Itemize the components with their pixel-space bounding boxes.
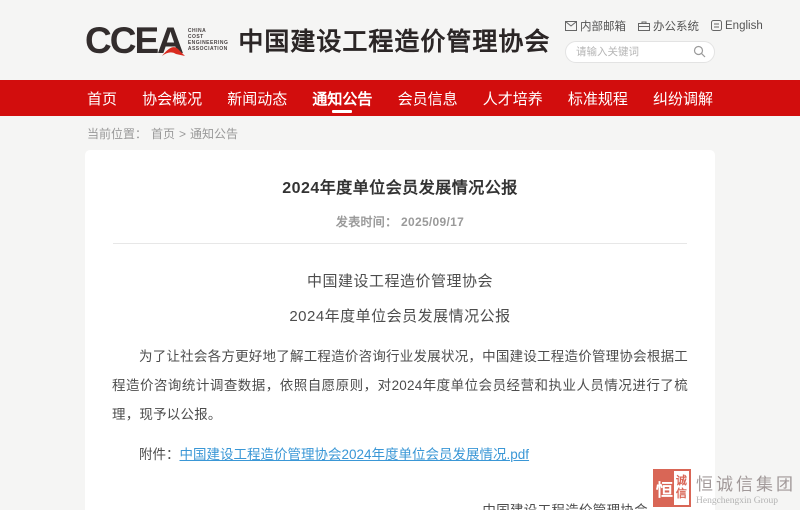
site-header: CCEA CHINA COST ENGINEERING ASSOCIATION … bbox=[0, 0, 800, 80]
article-paragraph: 为了让社会各方更好地了解工程造价咨询行业发展状况，中国建设工程造价管理协会根据工… bbox=[112, 342, 688, 429]
nav-item-home[interactable]: 首页 bbox=[85, 80, 119, 116]
mail-icon bbox=[565, 21, 577, 31]
body-heading-org: 中国建设工程造价管理协会 bbox=[100, 270, 700, 291]
signature-org: 中国建设工程造价管理协会 bbox=[482, 497, 648, 510]
article-title: 2024年度单位会员发展情况公报 bbox=[100, 174, 700, 198]
watermark-name-en: Hengchengxin Group bbox=[696, 496, 796, 506]
nav-item-notices[interactable]: 通知公告 bbox=[310, 80, 374, 116]
search-input[interactable] bbox=[576, 46, 693, 58]
search-box bbox=[565, 41, 715, 63]
attachment-link[interactable]: 中国建设工程造价管理协会2024年度单位会员发展情况.pdf bbox=[180, 447, 530, 462]
header-utilities: 内部邮箱 办公系统 English bbox=[565, 18, 715, 63]
breadcrumb-home-link[interactable]: 首页 bbox=[151, 125, 175, 142]
attachment-label: 附件： bbox=[139, 447, 180, 462]
breadcrumb-current[interactable]: 通知公告 bbox=[190, 125, 238, 142]
quick-link-english[interactable]: English bbox=[711, 20, 763, 32]
nav-item-members[interactable]: 会员信息 bbox=[396, 80, 460, 116]
briefcase-icon bbox=[638, 21, 650, 31]
logo-subtitle-line: ASSOCIATION bbox=[188, 46, 229, 52]
quick-link-mail[interactable]: 内部邮箱 bbox=[565, 18, 626, 34]
article-card: 2024年度单位会员发展情况公报 发表时间： 2025/09/17 中国建设工程… bbox=[85, 150, 715, 510]
quick-link-english-label: English bbox=[725, 20, 763, 32]
seal-char-top: 诚 bbox=[676, 475, 687, 488]
nav-item-mediation[interactable]: 纠纷调解 bbox=[651, 80, 715, 116]
breadcrumb-separator: > bbox=[179, 127, 186, 141]
quick-links: 内部邮箱 办公系统 English bbox=[565, 18, 763, 34]
globe-icon bbox=[711, 20, 722, 31]
logo-swoosh-icon bbox=[162, 45, 186, 57]
main-nav: 首页 协会概况 新闻动态 通知公告 会员信息 人才培养 标准规程 纠纷调解 bbox=[0, 80, 800, 116]
publish-time: 发表时间： 2025/09/17 bbox=[100, 213, 700, 230]
watermark-name-cn: 恒诚信集团 bbox=[696, 470, 796, 495]
search-icon[interactable] bbox=[693, 45, 706, 58]
logo-acronym: CCEA bbox=[85, 22, 182, 59]
body-heading-title: 2024年度单位会员发展情况公报 bbox=[100, 305, 700, 326]
site-logo[interactable]: CCEA CHINA COST ENGINEERING ASSOCIATION … bbox=[85, 22, 550, 59]
quick-link-mail-label: 内部邮箱 bbox=[580, 18, 626, 34]
logo-subtitle: CHINA COST ENGINEERING ASSOCIATION bbox=[188, 28, 229, 52]
seal-char-left: 恒 bbox=[655, 471, 674, 505]
signature-block: 中国建设工程造价管理协会 2025年9月17日 bbox=[100, 497, 648, 510]
attachment-row: 附件：中国建设工程造价管理协会2024年度单位会员发展情况.pdf bbox=[112, 443, 688, 463]
hengchengxin-seal-icon: 恒 诚 信 bbox=[653, 469, 691, 507]
quick-link-office[interactable]: 办公系统 bbox=[638, 18, 699, 34]
seal-char-bottom: 信 bbox=[676, 488, 687, 501]
org-name-cn: 中国建设工程造价管理协会 bbox=[238, 22, 550, 58]
nav-item-about[interactable]: 协会概况 bbox=[140, 80, 204, 116]
watermark: 恒 诚 信 恒诚信集团 Hengchengxin Group bbox=[653, 469, 796, 507]
breadcrumb-prefix: 当前位置： bbox=[87, 125, 147, 142]
quick-link-office-label: 办公系统 bbox=[653, 18, 699, 34]
nav-item-training[interactable]: 人才培养 bbox=[481, 80, 545, 116]
breadcrumb: 当前位置： 首页 > 通知公告 bbox=[85, 116, 715, 150]
nav-item-standards[interactable]: 标准规程 bbox=[566, 80, 630, 116]
divider bbox=[113, 243, 687, 244]
nav-item-news[interactable]: 新闻动态 bbox=[225, 80, 289, 116]
